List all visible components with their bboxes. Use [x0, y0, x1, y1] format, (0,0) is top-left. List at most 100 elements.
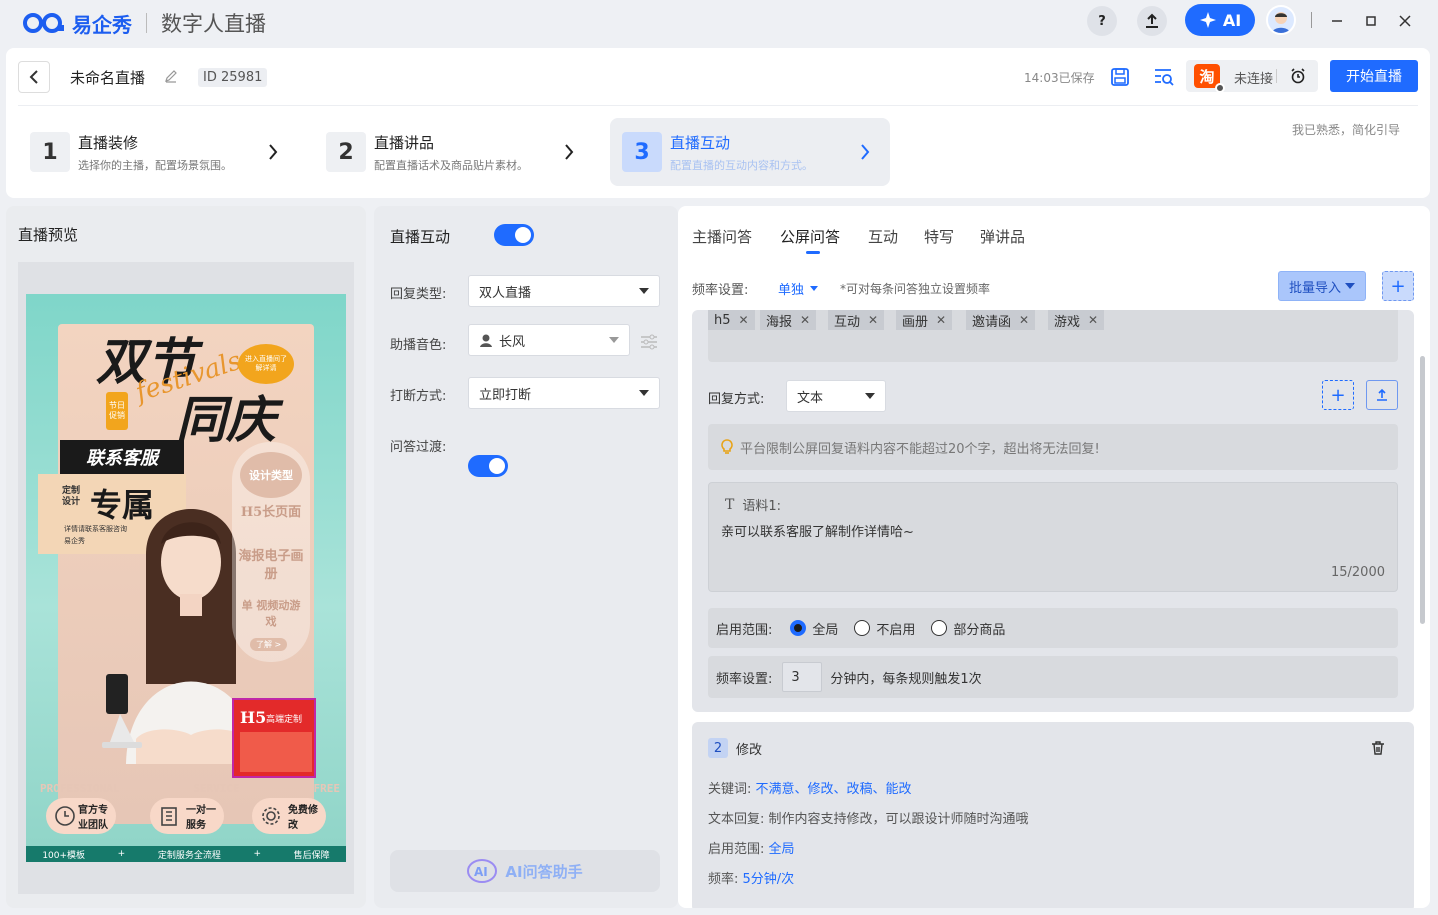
close-icon[interactable]: ✕ [800, 313, 810, 327]
corpus-text[interactable]: 亲可以联系客服了解制作详情哈~ [721, 521, 914, 540]
taobao-connect[interactable]: 淘 未连接 [1186, 60, 1318, 93]
step-title: 直播装修 [78, 133, 139, 152]
bulk-import-label: 批量导入 [1288, 280, 1341, 296]
maximize-button[interactable] [1360, 10, 1382, 32]
step-title: 直播互动 [670, 133, 731, 152]
scope-option-partial[interactable]: 部分商品 [931, 619, 1005, 638]
transition-toggle[interactable] [468, 455, 508, 477]
warning-notice: 平台限制公屏回复语料内容不能超过20个字，超出将无法回复! [708, 424, 1398, 470]
alarm-clock-icon[interactable] [1290, 68, 1306, 84]
sliders-icon[interactable] [640, 334, 658, 350]
close-icon[interactable]: ✕ [739, 313, 749, 327]
reply-mode-select[interactable]: 文本 [786, 380, 886, 412]
bulk-import-button[interactable]: 批量导入 [1278, 271, 1366, 301]
step-1[interactable]: 1 直播装修 选择你的主播，配置场景氛围。 [30, 118, 310, 186]
keyword-box[interactable]: h5 ✕ 海报 ✕ 互动 ✕ 画册 ✕ 邀请函 ✕ 游戏 ✕ [708, 310, 1398, 362]
tab-closeup[interactable]: 特写 [924, 226, 954, 247]
user-avatar[interactable] [1266, 5, 1296, 35]
footer-sep-1: + [117, 849, 126, 859]
reply-type-label: 回复类型: [390, 287, 447, 302]
keyword-text: 海报 [766, 314, 793, 330]
voice-avatar-icon [480, 334, 492, 347]
interaction-toggle[interactable] [494, 224, 534, 246]
connection-dot [1215, 83, 1225, 93]
brand-name: 易企秀 [72, 12, 132, 37]
qa-panel: 主播问答 公屏问答 互动 特写 弹讲品 频率设置: 单独 *可对每条问答独立设置… [678, 206, 1430, 908]
interrupt-select[interactable]: 立即打断 [468, 377, 660, 409]
chevron-right-icon [861, 144, 870, 160]
footer-2: 定制服务全流程 [157, 850, 221, 861]
qa-rule-card-2: 2 修改 关键词: 不满意、修改、改稿、能改 文本回复: 制作内容支持修改，可以… [692, 722, 1414, 908]
project-title[interactable]: 未命名直播 [70, 67, 145, 88]
scope-option-disabled[interactable]: 不启用 [854, 619, 915, 638]
skip-guide-link[interactable]: 我已熟悉，简化引导 [1292, 121, 1400, 138]
frequency-row-label: 频率设置: [716, 671, 773, 687]
tab-anchor-qa[interactable]: 主播问答 [692, 226, 752, 247]
add-corpus-button[interactable]: + [1322, 380, 1354, 410]
save-icon[interactable] [1110, 67, 1130, 87]
close-icon[interactable]: ✕ [1019, 313, 1029, 327]
plus-icon: + [1390, 275, 1406, 297]
bottom-en-3: FREE [313, 782, 341, 795]
keyword-text: 互动 [834, 314, 861, 330]
step-desc: 选择你的主播，配置场景氛围。 [78, 158, 232, 172]
keyword-text: 游戏 [1054, 314, 1081, 330]
scope-option-text: 全局 [812, 622, 839, 638]
upload-button[interactable] [1137, 6, 1167, 36]
tab-screen-qa[interactable]: 公屏问答 [780, 226, 840, 247]
scope-option-global[interactable]: 全局 [790, 619, 838, 638]
upload-corpus-button[interactable] [1366, 380, 1398, 410]
scope-option-text: 部分商品 [953, 622, 1006, 638]
close-icon[interactable]: ✕ [1088, 313, 1098, 327]
step-2[interactable]: 2 直播讲品 配置直播话术及商品贴片素材。 [326, 118, 606, 186]
frequency-select[interactable]: 单独 [778, 279, 819, 298]
lightbulb-icon [721, 439, 733, 454]
close-icon[interactable]: ✕ [868, 313, 878, 327]
tab-interact[interactable]: 互动 [868, 226, 898, 247]
scrollbar[interactable] [1420, 356, 1425, 624]
caret-down-icon [639, 390, 649, 396]
id-badge: ID 25981 [198, 68, 268, 87]
add-rule-button[interactable]: + [1382, 271, 1414, 301]
search-list-icon[interactable] [1153, 67, 1175, 87]
rule-scope-value: 全局 [768, 842, 795, 857]
frequency-label: 频率设置: [692, 283, 749, 298]
radio-icon [854, 620, 871, 636]
promo-tag: 节日促销 [106, 392, 128, 430]
edit-icon[interactable] [164, 69, 178, 83]
header-card: 未命名直播 ID 25981 14:03已保存 淘 未连接 开始直播 1 直播装… [6, 48, 1430, 198]
sparkle-icon [1199, 12, 1216, 28]
reply-type-value: 双人直播 [479, 285, 532, 301]
side-item-1: 设计类型 [240, 452, 302, 498]
poster-brand: 易企秀 [64, 537, 85, 545]
upload-icon [1146, 13, 1158, 28]
close-icon[interactable]: ✕ [936, 313, 946, 327]
taobao-status: 未连接 [1234, 72, 1274, 87]
ai-assistant-button[interactable]: AI AI问答助手 [390, 850, 660, 892]
reply-type-select[interactable]: 双人直播 [468, 275, 660, 307]
voice-select[interactable]: 长风 [468, 324, 630, 356]
step-number: 1 [30, 132, 70, 172]
app-name: 数字人直播 [161, 12, 266, 36]
building-icon [161, 807, 177, 826]
rule-frequency: 频率: 5分钟/次 [708, 868, 794, 887]
tab-product-popup[interactable]: 弹讲品 [980, 226, 1025, 247]
close-button[interactable] [1394, 10, 1416, 32]
poster-sticker: 进入直播间了解详请 [238, 344, 294, 384]
frequency-minutes-input[interactable]: 3 [782, 662, 823, 692]
back-button[interactable] [18, 61, 50, 93]
frequency-tip: *可对每条问答独立设置频率 [840, 282, 991, 296]
ai-button[interactable]: AI [1185, 4, 1255, 36]
trash-icon[interactable] [1370, 740, 1386, 756]
h5-card-title: H5 [240, 708, 267, 727]
start-live-button[interactable]: 开始直播 [1330, 60, 1418, 92]
help-button[interactable]: ? [1087, 6, 1117, 36]
side-pill: 设计类型 H5长页面 海报电子画册 单 视频动游戏 了解 > [232, 442, 310, 662]
reply-mode-label: 回复方式: [708, 392, 765, 407]
step-number: 3 [622, 132, 662, 172]
minimize-button[interactable] [1326, 10, 1348, 32]
corpus-editor[interactable]: T 语料1: 亲可以联系客服了解制作详情哈~ 15/2000 [708, 482, 1398, 592]
step-3-active[interactable]: 3 直播互动 配置直播的互动内容和方式。 [610, 118, 890, 186]
rule-title: 修改 [736, 743, 763, 758]
voice-value: 长风 [499, 334, 526, 350]
